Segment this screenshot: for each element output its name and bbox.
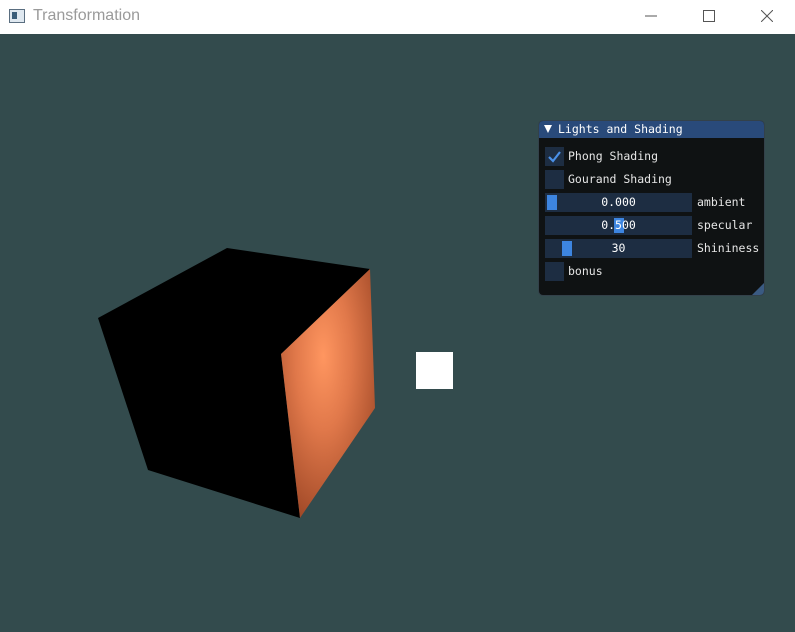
- gourand-shading-checkbox[interactable]: [545, 170, 564, 189]
- resize-grip[interactable]: [752, 283, 764, 295]
- light-source: [416, 352, 453, 389]
- shininess-value: 30: [611, 241, 626, 255]
- specular-label: specular: [697, 218, 753, 232]
- shininess-slider[interactable]: 30: [545, 239, 692, 258]
- phong-shading-label: Phong Shading: [568, 149, 659, 163]
- specular-value: 0.500: [601, 218, 636, 232]
- window-title: Transformation: [33, 7, 140, 24]
- maximize-button[interactable]: [680, 0, 738, 32]
- minimize-icon: [645, 15, 657, 17]
- close-icon: [761, 10, 773, 22]
- minimize-button[interactable]: [622, 0, 680, 32]
- app-icon: [9, 9, 25, 23]
- panel-header[interactable]: Lights and Shading: [539, 121, 764, 138]
- lights-shading-panel[interactable]: Lights and Shading Phong Shading Gourand…: [538, 120, 765, 296]
- ambient-value: 0.000: [601, 195, 636, 209]
- ambient-label: ambient: [697, 195, 746, 209]
- close-button[interactable]: [738, 0, 795, 32]
- gourand-shading-label: Gourand Shading: [568, 172, 672, 186]
- checkmark-icon: [548, 151, 561, 163]
- phong-shading-checkbox[interactable]: [545, 147, 564, 166]
- cube: [98, 248, 375, 518]
- collapse-arrow-icon[interactable]: [544, 125, 552, 133]
- panel-title: Lights and Shading: [558, 122, 683, 136]
- shininess-label: Shininess: [697, 241, 760, 255]
- specular-slider[interactable]: 0.500: [545, 216, 692, 235]
- bonus-checkbox[interactable]: [545, 262, 564, 281]
- bonus-label: bonus: [568, 264, 603, 278]
- title-bar[interactable]: Transformation: [0, 0, 795, 34]
- ambient-slider[interactable]: 0.000: [545, 193, 692, 212]
- maximize-icon: [703, 10, 715, 22]
